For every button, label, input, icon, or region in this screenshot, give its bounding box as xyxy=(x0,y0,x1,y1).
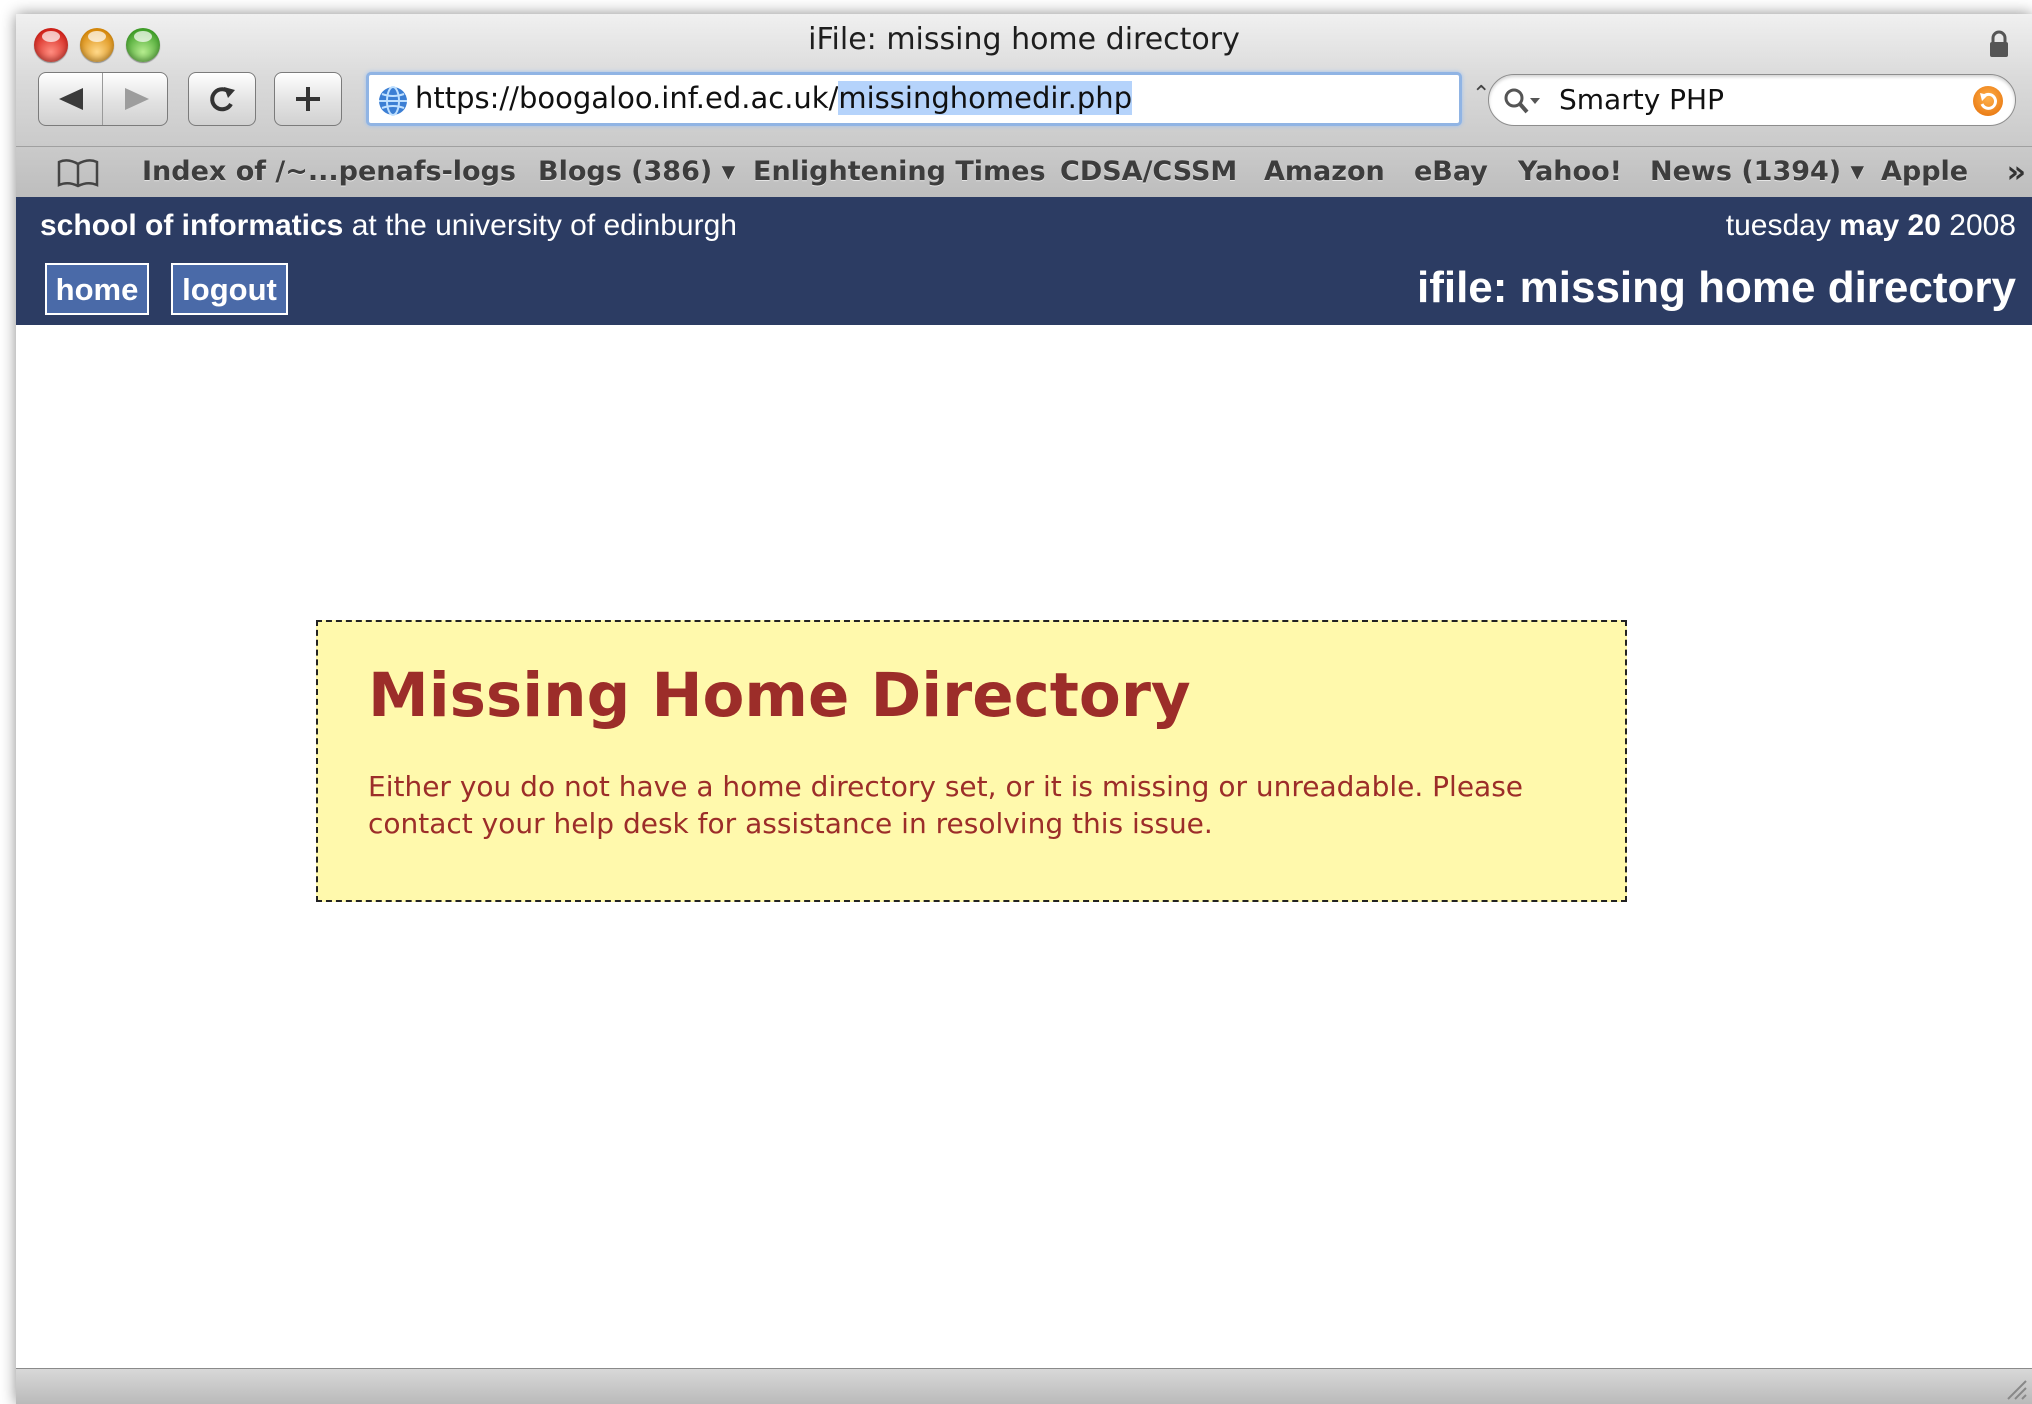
search-field[interactable]: Smarty PHP xyxy=(1488,74,2016,126)
snapback-button[interactable] xyxy=(1973,86,2003,116)
header-date: tuesday may 20 2008 xyxy=(1726,209,2016,243)
snapback-icon xyxy=(1980,92,1997,110)
bookmark-yahoo[interactable]: Yahoo! xyxy=(1518,156,1622,187)
error-notice: Missing Home Directory Either you do not… xyxy=(316,620,1627,902)
bookmark-amazon[interactable]: Amazon xyxy=(1264,156,1385,187)
bookmark-news[interactable]: News (1394) ▾ xyxy=(1650,156,1864,187)
error-heading: Missing Home Directory xyxy=(368,660,1191,731)
date-day: tuesday xyxy=(1725,209,1840,242)
reload-button[interactable] xyxy=(188,72,256,126)
button-divider xyxy=(102,73,103,125)
logout-button[interactable]: logout xyxy=(171,263,288,315)
school-name-rest: at the university of edinburgh xyxy=(343,209,737,242)
globe-icon xyxy=(379,86,407,116)
page-title: ifile: missing home directory xyxy=(1416,263,2016,312)
reload-icon xyxy=(210,87,235,112)
bookmarks-overflow-icon[interactable]: » xyxy=(2007,155,2026,190)
url-text[interactable]: https://boogaloo.inf.ed.ac.uk/missinghom… xyxy=(415,81,1133,115)
back-forward-buttons xyxy=(38,72,168,126)
plus-icon xyxy=(296,87,320,111)
home-button[interactable]: home xyxy=(45,263,149,315)
lock-icon xyxy=(1990,30,2008,57)
resize-grip-icon[interactable] xyxy=(2002,1375,2028,1401)
error-message: Either you do not have a home directory … xyxy=(368,770,1524,840)
site-header: school of informatics at the university … xyxy=(16,197,2032,325)
url-prefix: https://boogaloo.inf.ed.ac.uk/ xyxy=(415,81,839,115)
forward-arrow-icon[interactable] xyxy=(121,87,151,111)
browser-window: iFile: missing home directory https://bo… xyxy=(16,14,2032,1404)
bookmarks-bar: Index of /~...penafs-logs Blogs (386) ▾ … xyxy=(16,146,2032,198)
back-arrow-icon[interactable] xyxy=(57,87,87,111)
address-bar[interactable]: https://boogaloo.inf.ed.ac.uk/missinghom… xyxy=(366,72,1462,126)
search-value[interactable]: Smarty PHP xyxy=(1559,83,1724,116)
bookmark-ebay[interactable]: eBay xyxy=(1414,156,1488,187)
status-bar xyxy=(16,1368,2032,1404)
search-icon xyxy=(1504,88,1540,114)
date-month-day: may 20 xyxy=(1839,209,1941,242)
url-selected-text: missinghomedir.php xyxy=(838,81,1133,115)
bookmark-index-logs[interactable]: Index of /~...penafs-logs xyxy=(142,156,516,187)
bookmark-apple[interactable]: Apple xyxy=(1881,156,1968,187)
bookmark-enlightening-times[interactable]: Enlightening Times xyxy=(753,156,1046,187)
window-title: iFile: missing home directory xyxy=(808,22,1240,57)
bookmark-cdsa-cssm[interactable]: CDSA/CSSM xyxy=(1060,156,1237,187)
browser-chrome: iFile: missing home directory https://bo… xyxy=(16,14,2032,197)
date-year: 2008 xyxy=(1940,209,2016,242)
add-bookmark-button[interactable] xyxy=(274,72,342,126)
bookmark-blogs[interactable]: Blogs (386) ▾ xyxy=(538,156,735,187)
school-name: school of informatics at the university … xyxy=(40,209,737,243)
bookmarks-book-icon[interactable] xyxy=(56,158,100,188)
school-name-bold: school of informatics xyxy=(40,209,344,242)
page-content: Missing Home Directory Either you do not… xyxy=(16,325,2032,1383)
